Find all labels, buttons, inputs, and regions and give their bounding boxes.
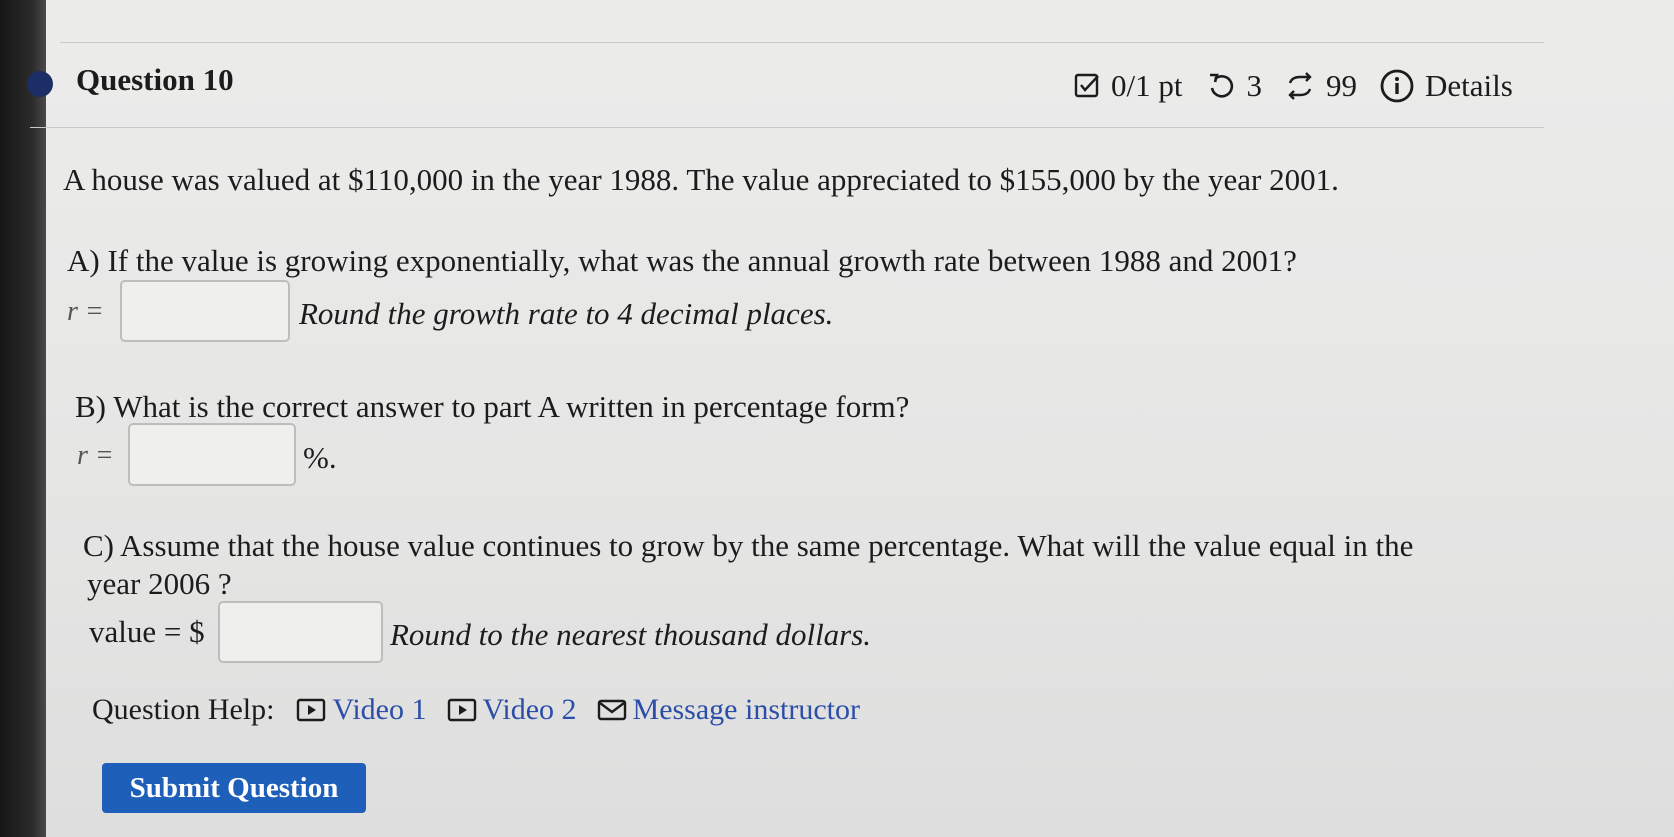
part-c-variable-label: value = $: [89, 614, 205, 649]
submit-question-button[interactable]: Submit Question: [102, 763, 366, 813]
video-1-label: Video 1: [332, 693, 427, 726]
details-link[interactable]: Details: [1425, 68, 1513, 104]
part-b-percent-suffix: %.: [303, 440, 337, 475]
part-a-variable-label: r =: [67, 296, 104, 327]
part-a-prompt: A) If the value is growing exponentially…: [67, 243, 1297, 278]
screen: Question 10 0/1 pt 3 99 Details A house …: [0, 0, 1674, 837]
question-meta: 0/1 pt 3 99 Details: [1073, 66, 1513, 106]
message-instructor-link[interactable]: Message instructor: [597, 693, 860, 727]
video-2-label: Video 2: [482, 693, 577, 726]
video-icon: [447, 698, 476, 722]
header-divider: [30, 127, 1544, 128]
problem-intro: A house was valued at $110,000 in the ye…: [63, 162, 1339, 197]
video-icon: [297, 698, 326, 722]
score-text: 0/1 pt: [1111, 68, 1183, 103]
question-help: Question Help: Video 1 Video 2 Message i…: [92, 690, 860, 730]
attempts-count: 99: [1325, 68, 1357, 103]
part-b-answer-input[interactable]: [128, 423, 296, 486]
message-instructor-label: Message instructor: [632, 693, 860, 726]
video-1-link[interactable]: Video 1: [296, 693, 427, 727]
info-icon[interactable]: [1379, 68, 1415, 104]
part-c-prompt-line1: C) Assume that the house value continues…: [83, 528, 1414, 563]
part-c-answer-input[interactable]: [218, 601, 383, 663]
video-2-link[interactable]: Video 2: [447, 693, 577, 727]
part-b-prompt: B) What is the correct answer to part A …: [75, 389, 910, 424]
part-a-answer-input[interactable]: [120, 280, 290, 342]
question-help-label: Question Help:: [92, 693, 275, 726]
mail-icon: [597, 699, 626, 721]
part-c-hint: Round to the nearest thousand dollars.: [390, 617, 872, 652]
part-c-prompt-line2: year 2006 ?: [87, 566, 232, 601]
top-divider: [60, 42, 1544, 43]
question-title: Question 10: [76, 62, 234, 97]
part-a-hint: Round the growth rate to 4 decimal place…: [299, 296, 834, 331]
score-check-icon: [1073, 72, 1101, 100]
retries-count: 3: [1246, 68, 1262, 103]
part-b-variable-label: r =: [77, 440, 114, 471]
monitor-bezel: [0, 0, 46, 837]
question-status-dot: [27, 71, 53, 97]
attempts-icon: [1284, 71, 1316, 101]
retry-icon: [1206, 71, 1236, 101]
